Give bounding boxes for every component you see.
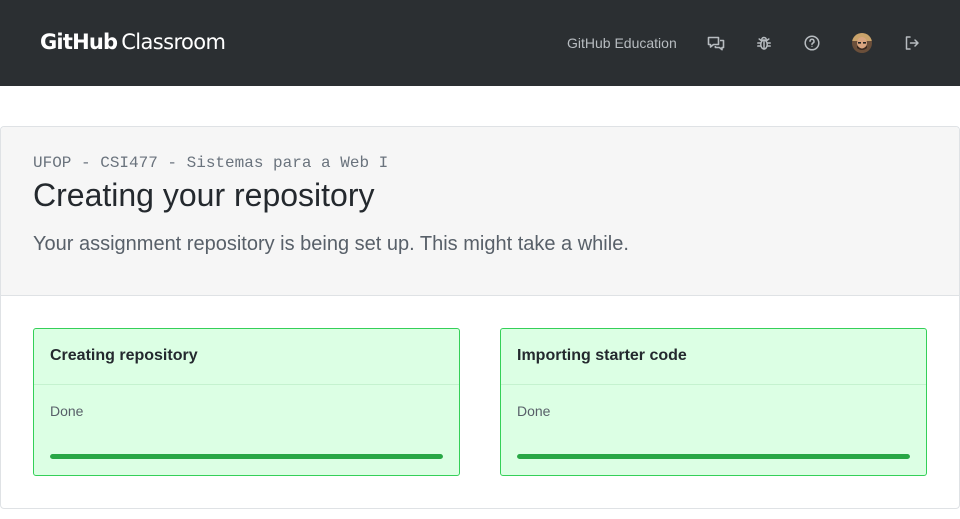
report-bug-button[interactable] xyxy=(754,0,774,86)
step-status: Done xyxy=(50,403,84,419)
step-title: Importing starter code xyxy=(501,329,926,385)
step-status: Done xyxy=(517,403,551,419)
brand-github-text: GitHub xyxy=(40,30,118,54)
avatar xyxy=(852,33,872,53)
panel-header: UFOP - CSI477 - Sistemas para a Web I Cr… xyxy=(1,127,959,296)
brand-classroom-text: Classroom xyxy=(121,30,226,54)
feedback-icon xyxy=(706,33,726,53)
top-navigation-bar: GitHub Classroom GitHub Education xyxy=(0,0,960,86)
repository-setup-panel: UFOP - CSI477 - Sistemas para a Web I Cr… xyxy=(0,126,960,509)
progress-bar-fill xyxy=(517,454,910,459)
help-button[interactable] xyxy=(802,0,822,86)
progress-bar-fill xyxy=(50,454,443,459)
help-icon xyxy=(802,33,822,53)
step-title: Creating repository xyxy=(34,329,459,385)
bug-icon xyxy=(754,33,774,53)
user-menu-button[interactable] xyxy=(852,0,872,86)
github-classroom-logo[interactable]: GitHub Classroom xyxy=(40,30,226,58)
page-title: Creating your repository xyxy=(33,177,375,213)
step-card-creating-repository: Creating repository Done xyxy=(33,328,460,476)
sign-out-button[interactable] xyxy=(902,0,922,86)
github-education-link[interactable]: GitHub Education xyxy=(567,0,677,86)
page-description: Your assignment repository is being set … xyxy=(33,233,629,255)
course-name: UFOP - CSI477 - Sistemas para a Web I xyxy=(33,154,389,172)
step-card-importing-starter-code: Importing starter code Done xyxy=(500,328,927,476)
feedback-button[interactable] xyxy=(706,0,726,86)
sign-out-icon xyxy=(902,33,922,53)
progress-bar xyxy=(50,454,443,459)
progress-bar xyxy=(517,454,910,459)
